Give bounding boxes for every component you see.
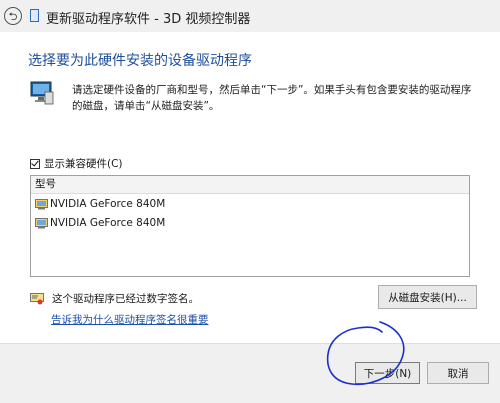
model-name: NVIDIA GeForce 840M xyxy=(50,217,166,229)
show-compatible-row[interactable]: 显示兼容硬件(C) xyxy=(30,156,123,171)
device-manager-icon xyxy=(30,9,39,22)
list-item[interactable]: NVIDIA GeForce 840M xyxy=(31,214,469,232)
why-signing-link[interactable]: 告诉我为什么驱动程序签名很重要 xyxy=(51,312,209,327)
show-compatible-checkbox[interactable] xyxy=(30,158,40,169)
model-name: NVIDIA GeForce 840M xyxy=(50,198,166,210)
signed-driver-icon xyxy=(30,292,44,304)
page-heading: 选择要为此硬件安装的设备驱动程序 xyxy=(28,53,252,69)
instruction-text: 请选定硬件设备的厂商和型号，然后单击“下一步”。如果手头有包含要安装的驱动程序的… xyxy=(72,84,472,112)
title-bar: ⮌ 更新驱动程序软件 - 3D 视频控制器 xyxy=(0,0,500,32)
back-arrow-icon[interactable]: ⮌ xyxy=(4,7,22,25)
show-compatible-label: 显示兼容硬件(C) xyxy=(44,158,123,170)
model-list-header: 型号 xyxy=(31,176,469,194)
window-title: 更新驱动程序软件 - 3D 视频控制器 xyxy=(46,12,251,27)
monitor-icon xyxy=(30,81,54,105)
list-item[interactable]: NVIDIA GeForce 840M xyxy=(31,195,469,213)
display-adapter-icon xyxy=(35,198,48,209)
display-adapter-icon xyxy=(35,217,48,228)
have-disk-button[interactable]: 从磁盘安装(H)... xyxy=(378,285,477,309)
annotation-circle xyxy=(326,321,405,386)
signed-status-row: 这个驱动程序已经过数字签名。 xyxy=(30,291,199,306)
model-list[interactable]: 型号 NVIDIA GeForce 840M NVIDIA GeForce 84… xyxy=(30,175,470,277)
cancel-button[interactable]: 取消 xyxy=(427,362,489,384)
signed-text: 这个驱动程序已经过数字签名。 xyxy=(52,293,199,305)
